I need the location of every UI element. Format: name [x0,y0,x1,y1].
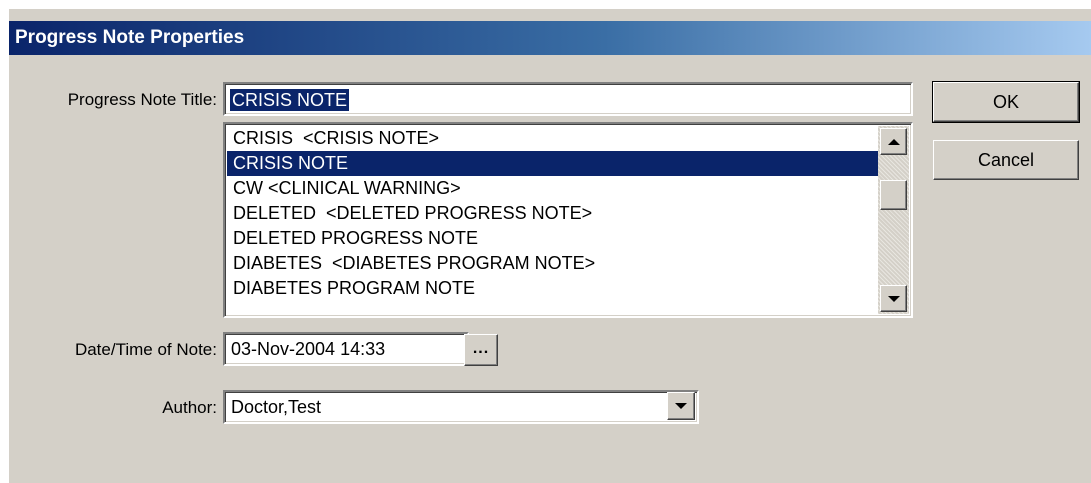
progress-note-properties-dialog: Progress Note Properties Progress Note T… [8,8,1091,483]
ok-button[interactable]: OK [932,81,1080,123]
chevron-down-icon [675,403,687,409]
list-item[interactable]: DELETED PROGRESS NOTE [227,226,879,251]
date-picker-button[interactable]: ... [464,334,498,366]
scroll-down-button[interactable] [880,285,907,312]
date-time-value: 03-Nov-2004 14:33 [231,339,386,359]
list-item[interactable]: DELETED <DELETED PROGRESS NOTE> [227,201,879,226]
arrow-down-icon [887,295,900,302]
date-time-field[interactable]: 03-Nov-2004 14:33 [223,332,469,366]
author-label: Author: [162,398,217,417]
arrow-up-icon [887,138,900,145]
dialog-title-bar: Progress Note Properties [9,21,1091,55]
listbox-scrollbar[interactable] [878,126,909,314]
date-time-label: Date/Time of Note: [74,340,217,359]
dialog-title: Progress Note Properties [15,27,245,48]
author-dropdown-button[interactable] [667,392,695,420]
author-combobox[interactable]: Doctor,Test [223,390,699,424]
list-item[interactable]: DIABETES PROGRAM NOTE [227,276,879,301]
author-value: Doctor,Test [231,397,322,417]
ellipsis-icon: ... [472,340,490,357]
scroll-thumb[interactable] [880,180,907,210]
list-item[interactable]: CW <CLINICAL WARNING> [227,176,879,201]
cancel-button[interactable]: Cancel [933,140,1079,180]
list-item[interactable]: CRISIS <CRISIS NOTE> [227,126,879,151]
progress-note-title-input[interactable]: CRISIS NOTE [223,82,913,116]
note-title-listbox[interactable]: CRISIS <CRISIS NOTE> CRISIS NOTE CW <CLINI… [223,122,913,318]
progress-note-title-label: Progress Note Title: [67,90,217,109]
scroll-up-button[interactable] [880,128,907,155]
list-item[interactable]: DIABETES <DIABETES PROGRAM NOTE> [227,251,879,276]
list-item[interactable]: CRISIS NOTE [227,151,879,176]
note-title-list: CRISIS <CRISIS NOTE> CRISIS NOTE CW <CLINI… [227,126,879,301]
progress-note-title-value: CRISIS NOTE [230,89,350,111]
